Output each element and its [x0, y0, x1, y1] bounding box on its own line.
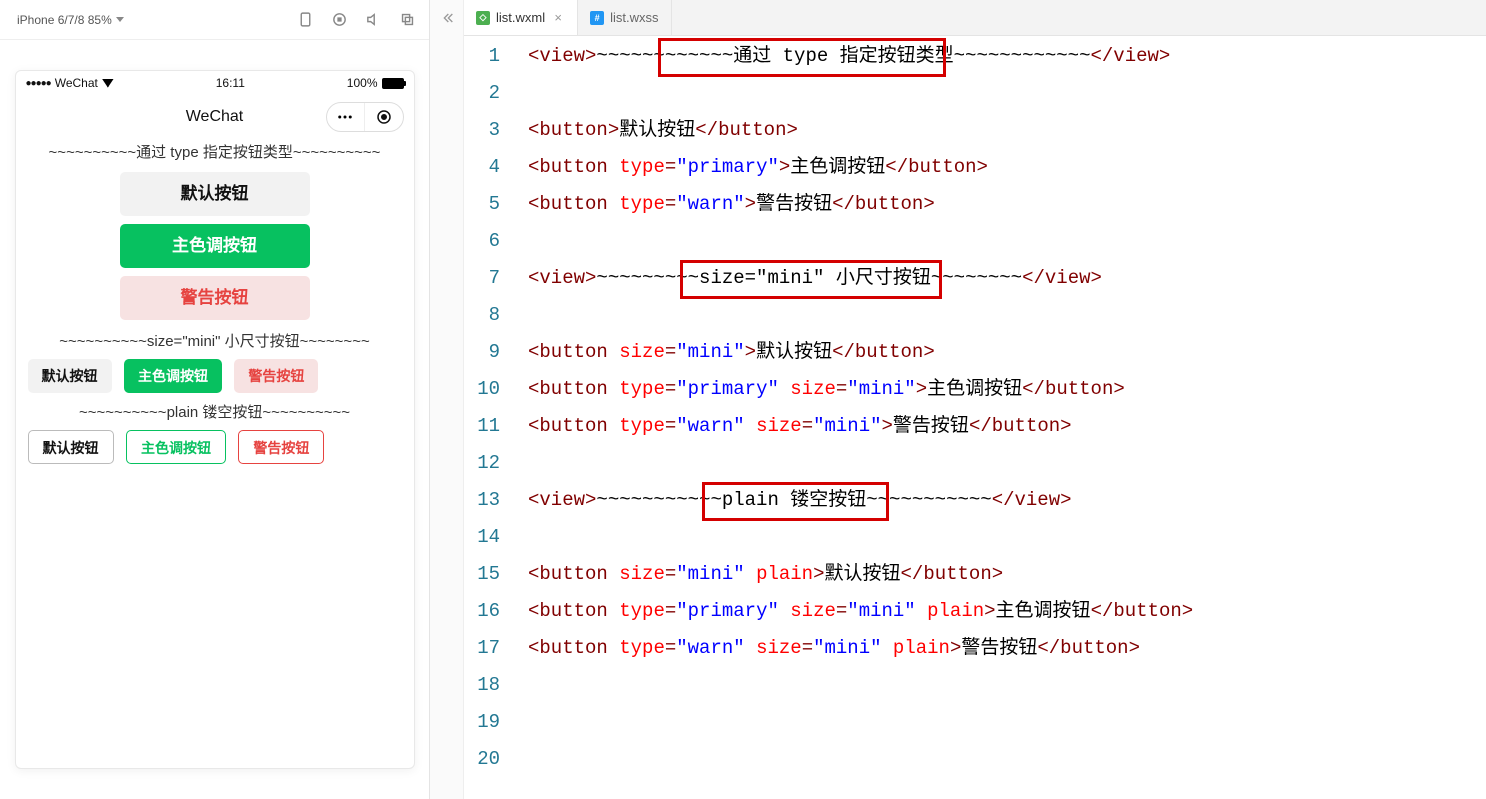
code-line[interactable]: <button size="mini">默认按钮</button> [528, 334, 1486, 371]
capsule-menu-button[interactable] [327, 103, 365, 131]
button-plain-default[interactable]: 默认按钮 [28, 430, 114, 464]
collapse-icon [439, 10, 455, 26]
mini-button-row: 默认按钮 主色调按钮 警告按钮 [16, 353, 414, 399]
code-line[interactable] [528, 704, 1486, 741]
code-line[interactable] [528, 667, 1486, 704]
simulator-panel: iPhone 6/7/8 85% ●●●●● WeChat 16:11 [0, 0, 430, 799]
tab-list-wxss[interactable]: # list.wxss [578, 0, 671, 35]
tab-list-wxml[interactable]: ◇ list.wxml × [464, 0, 578, 35]
status-left: ●●●●● WeChat [26, 76, 114, 90]
simulator-viewport: ●●●●● WeChat 16:11 100% WeChat [0, 40, 429, 799]
wifi-icon [102, 79, 114, 88]
capsule [326, 102, 404, 132]
code-line[interactable] [528, 223, 1486, 260]
status-bar: ●●●●● WeChat 16:11 100% [16, 71, 414, 95]
signal-icon: ●●●●● [26, 78, 51, 89]
plain-button-row: 默认按钮 主色调按钮 警告按钮 [16, 424, 414, 470]
code-line[interactable]: <button type="warn" size="mini" plain>警告… [528, 630, 1486, 667]
battery-label: 100% [347, 76, 378, 90]
code-source[interactable]: <view>~~~~~~~~~~~~通过 type 指定按钮类型~~~~~~~~… [518, 38, 1486, 799]
button-warn[interactable]: 警告按钮 [120, 276, 310, 320]
clock-label: 16:11 [216, 76, 245, 90]
section-title-type: ~~~~~~~~~~通过 type 指定按钮类型~~~~~~~~~~ [16, 139, 414, 164]
nav-title: WeChat [186, 108, 244, 126]
wxml-file-icon: ◇ [476, 11, 490, 25]
code-line[interactable]: <button size="mini" plain>默认按钮</button> [528, 556, 1486, 593]
tab-label: list.wxml [496, 10, 545, 25]
code-line[interactable]: <button type="primary">主色调按钮</button> [528, 149, 1486, 186]
close-icon[interactable]: × [551, 11, 565, 25]
code-line[interactable]: <view>~~~~~~~~~~~~通过 type 指定按钮类型~~~~~~~~… [528, 38, 1486, 75]
button-mini-default[interactable]: 默认按钮 [28, 359, 112, 393]
code-line[interactable]: <button type="warn">警告按钮</button> [528, 186, 1486, 223]
button-mini-warn[interactable]: 警告按钮 [234, 359, 318, 393]
code-area[interactable]: 1234567891011121314151617181920 <view>~~… [464, 36, 1486, 799]
editor-panel: ◇ list.wxml × # list.wxss 123456789101112131… [464, 0, 1486, 799]
simulator-toolbar: iPhone 6/7/8 85% [0, 0, 429, 40]
button-plain-warn[interactable]: 警告按钮 [238, 430, 324, 464]
carrier-label: WeChat [55, 76, 98, 90]
section-title-mini: ~~~~~~~~~~size="mini" 小尺寸按钮~~~~~~~~ [16, 328, 414, 353]
tab-label: list.wxss [610, 10, 658, 25]
wxss-file-icon: # [590, 11, 604, 25]
button-plain-primary[interactable]: 主色调按钮 [126, 430, 226, 464]
phone-frame: ●●●●● WeChat 16:11 100% WeChat [15, 70, 415, 769]
code-line[interactable] [528, 741, 1486, 778]
code-line[interactable] [528, 519, 1486, 556]
orientation-icon[interactable] [291, 6, 319, 34]
panel-gutter[interactable] [430, 0, 464, 799]
mute-icon[interactable] [359, 6, 387, 34]
button-primary[interactable]: 主色调按钮 [120, 224, 310, 268]
refresh-icon[interactable] [325, 6, 353, 34]
device-select[interactable]: iPhone 6/7/8 85% [8, 8, 133, 32]
editor-tabs: ◇ list.wxml × # list.wxss [464, 0, 1486, 36]
section-title-plain: ~~~~~~~~~~plain 镂空按钮~~~~~~~~~~ [16, 399, 414, 424]
device-label: iPhone 6/7/8 85% [17, 13, 112, 27]
code-line[interactable] [528, 297, 1486, 334]
battery-icon [382, 78, 404, 89]
code-line[interactable] [528, 75, 1486, 112]
code-line[interactable]: <view>~~~~~~~~~~~plain 镂空按钮~~~~~~~~~~~</… [528, 482, 1486, 519]
chevron-down-icon [116, 17, 124, 22]
cut-icon[interactable] [393, 6, 421, 34]
capsule-close-button[interactable] [365, 103, 403, 131]
code-line[interactable]: <view>~~~~~~~~~size="mini" 小尺寸按钮~~~~~~~~… [528, 260, 1486, 297]
code-line[interactable]: <button type="primary" size="mini">主色调按钮… [528, 371, 1486, 408]
code-line[interactable]: <button>默认按钮</button> [528, 112, 1486, 149]
page-content: ~~~~~~~~~~通过 type 指定按钮类型~~~~~~~~~~ 默认按钮 … [16, 139, 414, 768]
line-numbers: 1234567891011121314151617181920 [464, 38, 518, 799]
code-line[interactable]: <button type="warn" size="mini">警告按钮</bu… [528, 408, 1486, 445]
button-mini-primary[interactable]: 主色调按钮 [124, 359, 222, 393]
code-line[interactable]: <button type="primary" size="mini" plain… [528, 593, 1486, 630]
code-line[interactable] [528, 445, 1486, 482]
nav-bar: WeChat [16, 95, 414, 139]
button-default[interactable]: 默认按钮 [120, 172, 310, 216]
status-right: 100% [347, 76, 404, 90]
